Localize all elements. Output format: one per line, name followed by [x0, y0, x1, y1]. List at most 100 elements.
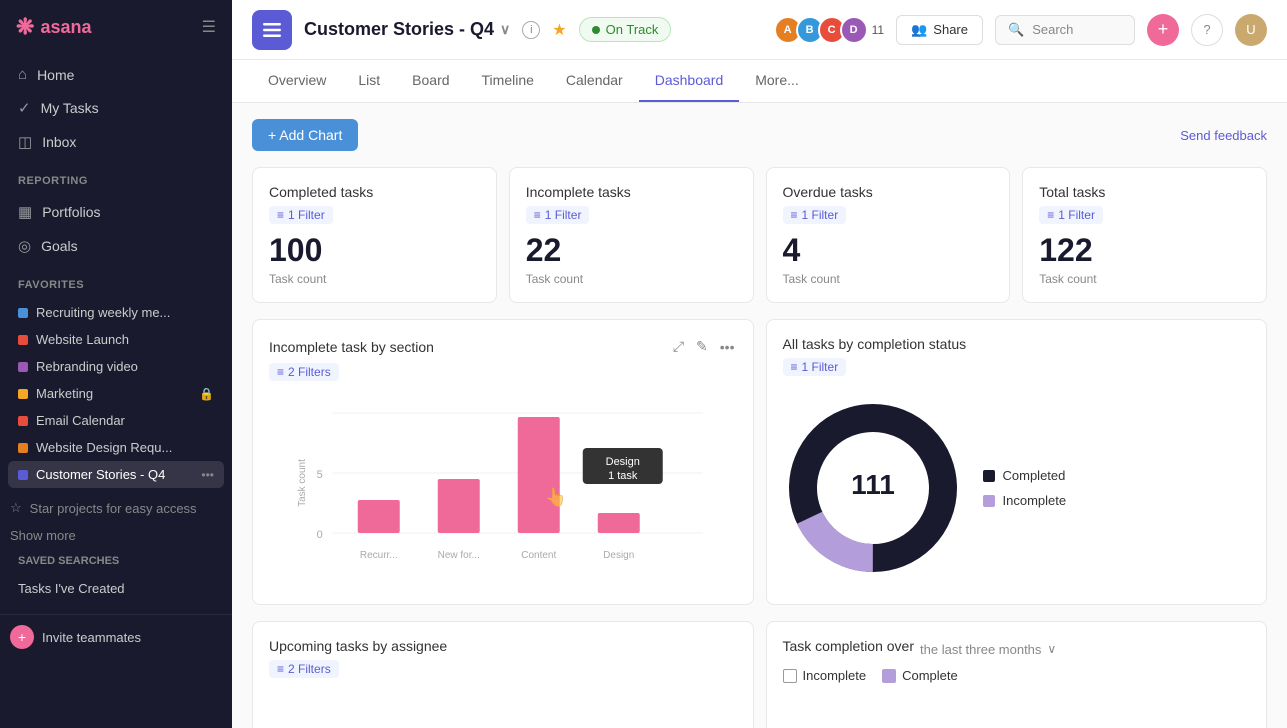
- more-icon[interactable]: •••: [201, 468, 214, 482]
- svg-text:111: 111: [851, 469, 895, 500]
- stat-label: Task count: [783, 272, 994, 286]
- svg-text:Task count: Task count: [297, 459, 308, 507]
- filter-badge[interactable]: ≡ 1 Filter: [1039, 206, 1103, 224]
- dashboard-content: + Add Chart Send feedback Completed task…: [232, 103, 1287, 728]
- stat-value: 22: [526, 234, 737, 266]
- completion-chart-header: Task completion over the last three mont…: [783, 638, 1251, 660]
- legend-dot: [983, 470, 995, 482]
- invite-teammates-button[interactable]: + Invite teammates: [0, 614, 232, 659]
- color-dot: [18, 335, 28, 345]
- stat-label: Task count: [526, 272, 737, 286]
- legend-label: Complete: [902, 668, 958, 683]
- share-button[interactable]: 👥 Share: [896, 15, 983, 45]
- sidebar-item-home[interactable]: ⌂ Home: [8, 58, 224, 91]
- send-feedback-link[interactable]: Send feedback: [1180, 128, 1267, 143]
- bar-chart-svg: 0 5 Task count Recurr... New for...: [269, 393, 737, 583]
- stat-value: 122: [1039, 234, 1250, 266]
- status-badge[interactable]: On Track: [579, 17, 672, 42]
- invite-icon: +: [10, 625, 34, 649]
- avatars-group: A B C D 11: [774, 16, 884, 44]
- upcoming-filter[interactable]: ≡ 2 Filters: [269, 660, 339, 678]
- info-icon[interactable]: i: [522, 21, 540, 39]
- filter-icon: ≡: [277, 208, 284, 222]
- tab-list[interactable]: List: [342, 60, 396, 102]
- filter-badge[interactable]: ≡ 1 Filter: [269, 206, 333, 224]
- tab-more[interactable]: More...: [739, 60, 815, 102]
- star-icon: ☆: [10, 500, 22, 516]
- color-dot: [18, 443, 28, 453]
- legend-square: [882, 669, 896, 683]
- sidebar-item-inbox[interactable]: ◫ Inbox: [8, 125, 224, 159]
- fav-label: Email Calendar: [36, 413, 125, 428]
- share-label: Share: [933, 22, 968, 37]
- stats-row: Completed tasks ≡ 1 Filter 100 Task coun…: [252, 167, 1267, 303]
- svg-text:Recurr...: Recurr...: [360, 550, 398, 561]
- donut-chart-header: All tasks by completion status: [783, 336, 1251, 352]
- filter-badge[interactable]: ≡ 1 Filter: [783, 206, 847, 224]
- search-box[interactable]: 🔍 Search: [995, 15, 1135, 45]
- dashboard-toolbar: + Add Chart Send feedback: [252, 119, 1267, 151]
- asana-dot-icon: ❋: [16, 14, 34, 40]
- stat-label: Task count: [269, 272, 480, 286]
- sidebar: ❋ asana ☰ ⌂ Home ✓ My Tasks ◫ Inbox Repo…: [0, 0, 232, 728]
- avatar: D: [840, 16, 868, 44]
- tab-timeline[interactable]: Timeline: [466, 60, 550, 102]
- search-icon: 🔍: [1008, 22, 1024, 38]
- sidebar-item-fav-6[interactable]: Website Design Requ...: [8, 434, 224, 461]
- help-button[interactable]: ?: [1191, 14, 1223, 46]
- chevron-down-icon[interactable]: ∨: [500, 21, 510, 38]
- sidebar-item-goals[interactable]: ◎ Goals: [8, 229, 224, 263]
- filter-label: 2 Filters: [288, 365, 331, 379]
- favorites-nav: Recruiting weekly me... Website Launch R…: [0, 295, 232, 492]
- saved-searches-nav: Tasks I've Created: [0, 571, 232, 606]
- svg-text:Design: Design: [603, 550, 634, 561]
- filter-label: 1 Filter: [288, 208, 325, 222]
- asana-wordmark: asana: [40, 17, 91, 38]
- header-right: A B C D 11 👥 Share 🔍 Search + ? U: [774, 14, 1267, 46]
- fav-label: Recruiting weekly me...: [36, 305, 170, 320]
- add-chart-button[interactable]: + Add Chart: [252, 119, 358, 151]
- filter-icon: ≡: [534, 208, 541, 222]
- stat-title: Incomplete tasks: [526, 184, 737, 200]
- sidebar-item-fav-5[interactable]: Email Calendar: [8, 407, 224, 434]
- project-name: Customer Stories - Q4: [304, 19, 494, 40]
- completion-chart-subtitle: the last three months: [920, 642, 1041, 657]
- main-content: Customer Stories - Q4 ∨ i ★ On Track A B…: [232, 0, 1287, 728]
- sidebar-item-fav-4[interactable]: Marketing 🔒: [8, 380, 224, 407]
- more-icon[interactable]: •••: [718, 337, 737, 357]
- sidebar-item-fav-7[interactable]: Customer Stories - Q4 •••: [8, 461, 224, 488]
- filter-icon: ≡: [791, 208, 798, 222]
- sidebar-item-my-tasks[interactable]: ✓ My Tasks: [8, 91, 224, 125]
- lock-icon: 🔒: [199, 387, 214, 401]
- tab-board[interactable]: Board: [396, 60, 465, 102]
- help-label: ?: [1203, 22, 1210, 37]
- expand-icon[interactable]: ⤢: [671, 336, 686, 357]
- add-button[interactable]: +: [1147, 14, 1179, 46]
- svg-text:5: 5: [317, 469, 323, 481]
- filter-label: 1 Filter: [545, 208, 582, 222]
- star-icon[interactable]: ★: [552, 20, 566, 40]
- sidebar-item-tasks-created[interactable]: Tasks I've Created: [8, 575, 224, 602]
- donut-area: 111 Completed Incomplete: [783, 388, 1251, 588]
- sidebar-item-fav-2[interactable]: Website Launch: [8, 326, 224, 353]
- tab-overview[interactable]: Overview: [252, 60, 342, 102]
- edit-icon[interactable]: ✎: [694, 336, 710, 357]
- donut-chart-filter[interactable]: ≡ 1 Filter: [783, 358, 847, 376]
- show-more-button[interactable]: Show more: [0, 524, 232, 547]
- sidebar-item-fav-1[interactable]: Recruiting weekly me...: [8, 299, 224, 326]
- sidebar-toggle-button[interactable]: ☰: [202, 17, 216, 37]
- sidebar-item-fav-3[interactable]: Rebranding video: [8, 353, 224, 380]
- tab-dashboard[interactable]: Dashboard: [639, 60, 740, 102]
- filter-label: 1 Filter: [802, 208, 839, 222]
- star-projects-button[interactable]: ☆ Star projects for easy access: [0, 492, 232, 524]
- tab-calendar[interactable]: Calendar: [550, 60, 639, 102]
- filter-badge[interactable]: ≡ 1 Filter: [526, 206, 590, 224]
- bar-chart-filter[interactable]: ≡ 2 Filters: [269, 363, 339, 381]
- dropdown-icon[interactable]: ∨: [1047, 642, 1056, 656]
- sidebar-item-portfolios[interactable]: ▦ Portfolios: [8, 195, 224, 229]
- sidebar-nav: ⌂ Home ✓ My Tasks ◫ Inbox: [0, 54, 232, 163]
- asana-logo: ❋ asana: [16, 14, 91, 40]
- user-avatar[interactable]: U: [1235, 14, 1267, 46]
- legend-item-incomplete: Incomplete: [783, 668, 867, 683]
- legend-square-outline: [783, 669, 797, 683]
